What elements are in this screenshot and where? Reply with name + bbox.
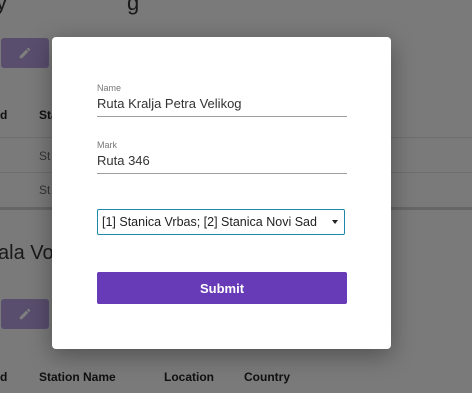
mark-input[interactable] bbox=[97, 153, 347, 174]
mark-field: Mark bbox=[97, 140, 347, 174]
stations-select[interactable]: [1] Stanica Vrbas; [2] Stanica Novi Sad bbox=[97, 209, 345, 235]
name-label: Name bbox=[97, 83, 122, 93]
name-field: Name bbox=[97, 83, 347, 117]
mark-label: Mark bbox=[97, 140, 117, 150]
name-input[interactable] bbox=[97, 96, 347, 117]
chevron-down-icon bbox=[332, 220, 338, 224]
stations-select-value: [1] Stanica Vrbas; [2] Stanica Novi Sad bbox=[102, 215, 317, 229]
submit-button[interactable]: Submit bbox=[97, 272, 347, 304]
route-form-dialog: Name Mark [1] Stanica Vrbas; [2] Stanica… bbox=[52, 37, 391, 349]
